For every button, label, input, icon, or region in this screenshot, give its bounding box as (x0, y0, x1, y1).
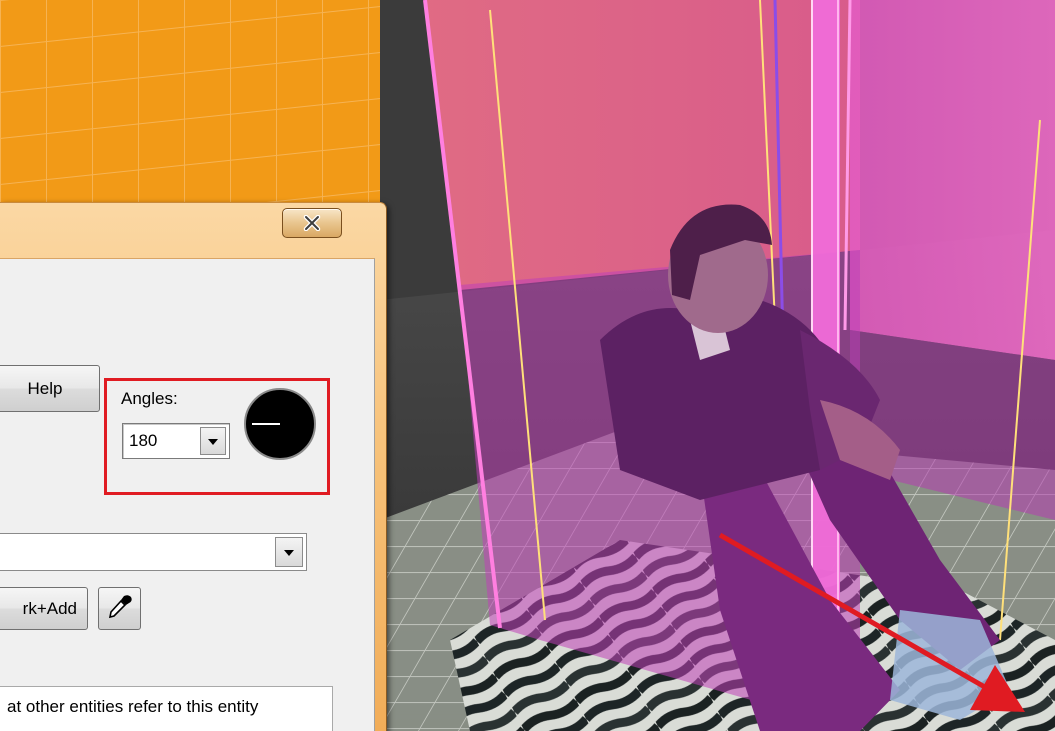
help-button[interactable]: Help (0, 365, 100, 412)
angle-dial-icon[interactable] (243, 387, 317, 461)
angles-label: Angles: (121, 389, 178, 408)
object-properties-dialog: Help Angles: 180 rk+Add at other entitie… (0, 202, 387, 731)
help-button-label: Help (27, 378, 63, 398)
class-combobox[interactable] (0, 533, 307, 571)
eyedropper-icon (107, 593, 133, 624)
chevron-down-icon (208, 432, 218, 450)
chevron-down-icon (284, 543, 294, 561)
angles-dropdown-button[interactable] (200, 427, 226, 455)
eyedropper-button[interactable] (98, 587, 141, 630)
close-button[interactable] (282, 208, 342, 238)
help-text: at other entities refer to this entity (7, 697, 259, 716)
dialog-client-area: Help Angles: 180 rk+Add at other entitie… (0, 258, 375, 731)
class-dropdown-button[interactable] (275, 537, 303, 567)
editor-screen: Help Angles: 180 rk+Add at other entitie… (0, 0, 1055, 731)
angles-value: 180 (129, 431, 158, 450)
close-icon (303, 215, 321, 231)
angles-combobox[interactable]: 180 (122, 423, 230, 459)
help-text-panel: at other entities refer to this entity (0, 686, 333, 731)
mark-add-label: rk+Add (22, 598, 77, 618)
mark-add-button[interactable]: rk+Add (0, 587, 88, 630)
